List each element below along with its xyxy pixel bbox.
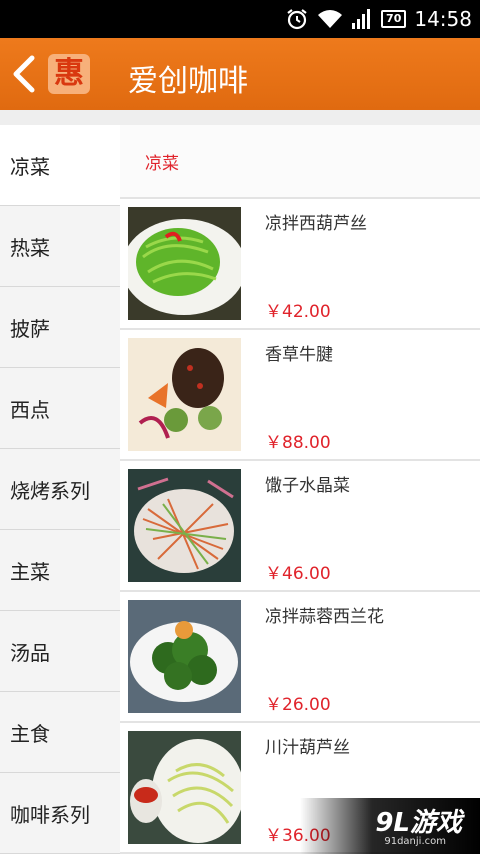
status-icons: 70 14:58	[285, 6, 472, 32]
dish-name: 馓子水晶菜	[265, 476, 350, 496]
dish-item[interactable]: 凉拌蒜蓉西兰花 ￥26.00	[120, 592, 480, 723]
dish-photo	[128, 600, 241, 713]
back-arrow-icon[interactable]	[8, 52, 40, 96]
watermark-brand: 9L游戏	[375, 808, 462, 838]
watermark-domain: 91danji.com	[384, 836, 446, 847]
sidebar-item-label: 热菜	[10, 235, 50, 260]
dish-list-panel: 凉菜 凉拌西葫芦丝 ￥42.00 香草牛腱 ￥88.00 馓子水晶菜 ￥46.0…	[120, 125, 480, 854]
dish-item[interactable]: 馓子水晶菜 ￥46.00	[120, 461, 480, 592]
app-bar: 惠 爱创咖啡	[0, 38, 480, 110]
divider	[0, 110, 480, 125]
watermark: 9L游戏 91danji.com	[300, 798, 480, 854]
dish-name: 凉拌蒜蓉西兰花	[265, 607, 384, 627]
sidebar-item-xidian[interactable]: 西点	[0, 368, 120, 449]
sidebar-item-label: 披萨	[10, 316, 50, 341]
dish-item[interactable]: 香草牛腱 ￥88.00	[120, 330, 480, 461]
dish-price: ￥88.00	[265, 433, 331, 453]
sidebar-item-pizza[interactable]: 披萨	[0, 287, 120, 368]
page-title: 爱创咖啡	[128, 64, 248, 99]
battery-icon: 70	[381, 10, 407, 28]
sidebar-item-coffee[interactable]: 咖啡系列	[0, 773, 120, 854]
sidebar-item-bbq[interactable]: 烧烤系列	[0, 449, 120, 530]
alarm-icon	[287, 9, 307, 30]
dish-name: 川汁葫芦丝	[265, 738, 350, 758]
category-header: 凉菜	[120, 125, 480, 199]
dish-price: ￥42.00	[265, 302, 331, 322]
sidebar-item-recai[interactable]: 热菜	[0, 206, 120, 287]
sidebar-item-label: 汤品	[10, 640, 50, 665]
sidebar-item-main[interactable]: 主菜	[0, 530, 120, 611]
dish-name: 凉拌西葫芦丝	[265, 214, 367, 234]
sidebar-item-label: 主食	[10, 721, 50, 746]
app-logo-text: 惠	[54, 56, 84, 91]
sidebar-item-liangcai[interactable]: 凉菜	[0, 125, 120, 206]
sidebar-item-label: 咖啡系列	[10, 802, 90, 827]
signal-icon	[352, 9, 371, 29]
dish-photo	[128, 731, 241, 844]
dish-photo	[128, 338, 241, 451]
dish-photo	[128, 207, 241, 320]
status-bar: 70 14:58	[0, 0, 480, 38]
dish-item[interactable]: 凉拌西葫芦丝 ￥42.00	[120, 199, 480, 330]
sidebar-item-label: 凉菜	[10, 154, 50, 179]
category-sidebar: 凉菜 热菜 披萨 西点 烧烤系列 主菜 汤品 主食 咖啡系列	[0, 125, 120, 854]
wifi-icon	[318, 10, 343, 28]
sidebar-item-soup[interactable]: 汤品	[0, 611, 120, 692]
sidebar-item-staple[interactable]: 主食	[0, 692, 120, 773]
dish-price: ￥46.00	[265, 564, 331, 584]
sidebar-item-label: 烧烤系列	[10, 478, 90, 503]
dish-photo	[128, 469, 241, 582]
category-title: 凉菜	[145, 153, 179, 174]
dish-name: 香草牛腱	[265, 345, 333, 365]
sidebar-item-label: 主菜	[10, 559, 50, 584]
dish-price: ￥26.00	[265, 695, 331, 715]
clock: 14:58	[414, 7, 472, 31]
app-logo: 惠	[48, 54, 90, 94]
sidebar-item-label: 西点	[10, 397, 50, 422]
